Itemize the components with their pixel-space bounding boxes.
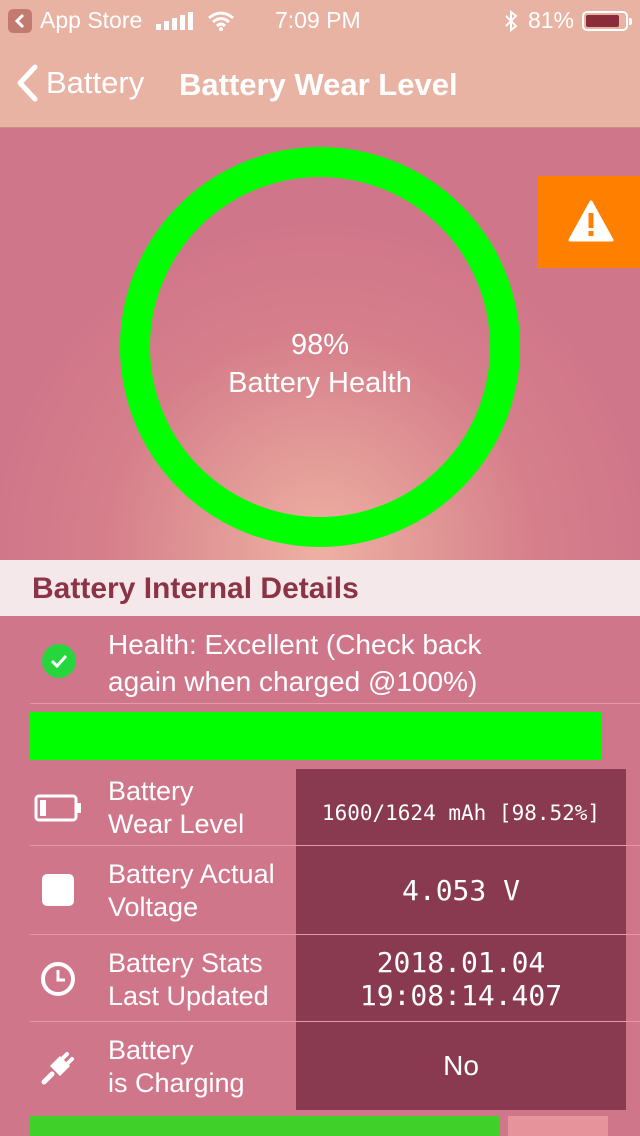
detail-value: 2018.01.04 19:08:14.407 bbox=[296, 935, 626, 1023]
plug-icon bbox=[41, 1052, 74, 1085]
clock-icon bbox=[41, 962, 75, 996]
detail-label-line1: Battery Actual bbox=[108, 859, 275, 889]
divider bbox=[30, 703, 640, 704]
detail-value-line1: No bbox=[443, 1050, 479, 1081]
square-icon bbox=[42, 874, 74, 906]
chevron-left-icon bbox=[17, 64, 38, 102]
battery-status-icon bbox=[582, 10, 632, 31]
detail-label: Battery is Charging bbox=[108, 1034, 245, 1100]
page-title: Battery Wear Level bbox=[179, 67, 458, 102]
health-status-row: Health: Excellent (Check back again when… bbox=[0, 618, 640, 704]
detail-value: 4.053 V bbox=[296, 846, 626, 934]
back-button[interactable]: Battery bbox=[16, 64, 144, 102]
battery-icon bbox=[34, 794, 81, 822]
detail-row-charging: Battery is Charging No bbox=[0, 1022, 640, 1110]
health-progress-bar bbox=[30, 712, 601, 760]
detail-label-line1: Battery Stats bbox=[108, 948, 263, 978]
health-status-line2: again when charged @100%) bbox=[108, 666, 478, 697]
detail-value: No bbox=[296, 1022, 626, 1110]
checkmark-icon bbox=[42, 644, 76, 678]
health-label: Battery Health bbox=[228, 367, 412, 399]
bottom-indicator bbox=[508, 1116, 608, 1136]
detail-value-line1: 4.053 V bbox=[401, 873, 520, 907]
detail-label-line1: Battery bbox=[108, 776, 194, 806]
health-status-line1: Health: Excellent (Check back bbox=[108, 629, 482, 660]
section-title: Battery Internal Details bbox=[32, 572, 359, 605]
navigation-bar: Battery Battery Wear Level bbox=[0, 40, 640, 128]
detail-label-line1: Battery bbox=[108, 1035, 194, 1065]
status-left: App Store bbox=[8, 7, 235, 34]
health-status-text: Health: Excellent (Check back again when… bbox=[108, 626, 578, 700]
detail-value: 1600/1624 mAh [98.52%] bbox=[296, 769, 626, 857]
detail-label: Battery Stats Last Updated bbox=[108, 947, 269, 1013]
detail-label: Battery Wear Level bbox=[108, 775, 244, 841]
detail-value-line2: 19:08:14.407 bbox=[359, 979, 563, 1012]
detail-label-line2: Voltage bbox=[108, 892, 199, 922]
bluetooth-icon bbox=[505, 9, 518, 32]
status-right: 81% bbox=[504, 7, 632, 34]
back-to-app-icon[interactable] bbox=[8, 8, 32, 33]
health-hero: 98% Battery Health bbox=[0, 128, 640, 560]
health-ring: 98% Battery Health bbox=[120, 147, 520, 547]
detail-value-line1: 1600/1624 mAh [98.52%] bbox=[321, 801, 601, 825]
back-to-app-label[interactable]: App Store bbox=[40, 7, 142, 34]
bottom-progress-bar bbox=[30, 1116, 500, 1136]
warning-icon bbox=[568, 200, 614, 242]
status-bar: App Store 7:09 PM 81% bbox=[0, 0, 640, 40]
detail-row-voltage: Battery Actual Voltage 4.053 V bbox=[0, 846, 640, 934]
signal-icon bbox=[156, 11, 194, 30]
detail-label-line2: is Charging bbox=[108, 1068, 245, 1098]
detail-label: Battery Actual Voltage bbox=[108, 858, 275, 924]
health-percent: 98% bbox=[290, 329, 350, 361]
detail-row-wear-level: Battery Wear Level 1600/1624 mAh [98.52%… bbox=[0, 769, 640, 857]
status-time: 7:09 PM bbox=[275, 7, 361, 33]
battery-percent: 81% bbox=[527, 7, 574, 33]
wifi-icon bbox=[208, 11, 235, 31]
back-button-label: Battery bbox=[46, 65, 145, 100]
detail-value-line1: 2018.01.04 bbox=[376, 946, 546, 979]
detail-row-last-updated: Battery Stats Last Updated 2018.01.04 19… bbox=[0, 935, 640, 1023]
warning-button[interactable] bbox=[538, 176, 640, 268]
detail-label-line2: Last Updated bbox=[108, 981, 269, 1011]
section-header: Battery Internal Details bbox=[0, 560, 640, 616]
detail-label-line2: Wear Level bbox=[108, 809, 245, 839]
